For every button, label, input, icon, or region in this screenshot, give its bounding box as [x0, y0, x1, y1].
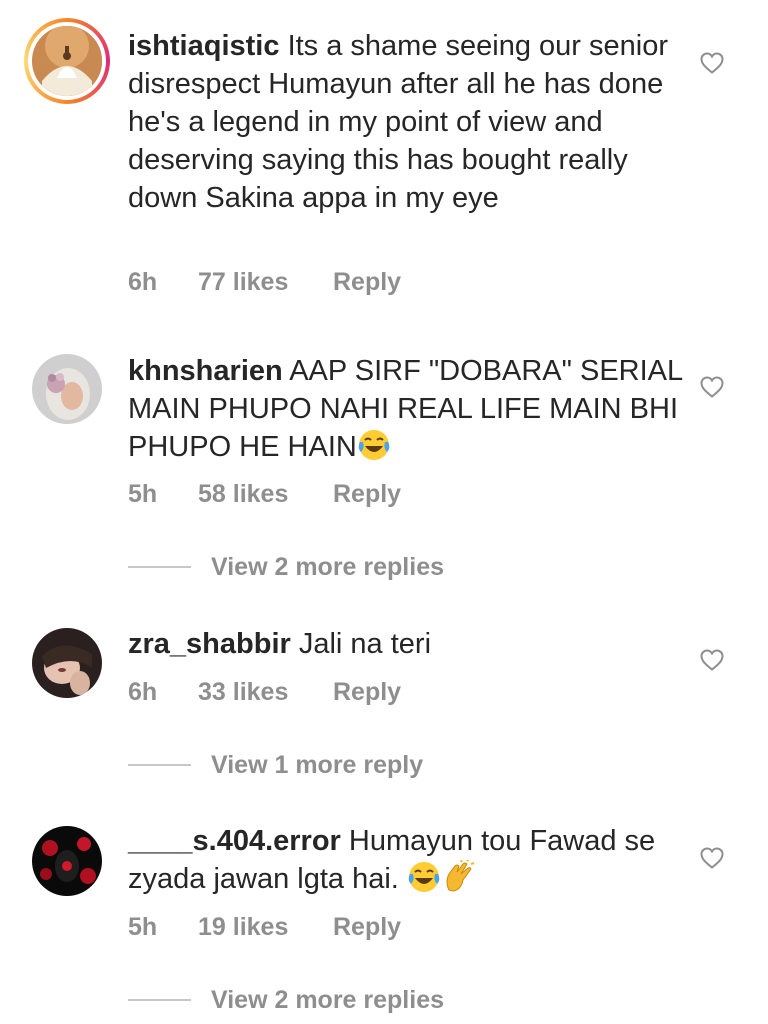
face-with-tears-of-joy-emoji	[357, 428, 391, 462]
likes-count[interactable]: 77 likes	[198, 268, 333, 297]
comment-meta: 6h 77 likes Reply	[128, 268, 401, 297]
comment-text: ____s.404.error Humayun tou Fawad se zya…	[128, 822, 688, 898]
comment-body: Jali na teri	[298, 628, 432, 660]
comment-time: 6h	[128, 678, 158, 706]
heart-outline-icon	[700, 649, 724, 671]
comment-time: 6h	[128, 268, 158, 296]
username[interactable]: ishtiaqistic	[128, 30, 280, 62]
comment-time: 5h	[128, 913, 158, 941]
reply-button[interactable]: Reply	[333, 678, 401, 707]
reply-button[interactable]: Reply	[333, 913, 401, 942]
divider-line	[128, 566, 191, 568]
like-button[interactable]	[700, 376, 724, 398]
view-more-replies-button[interactable]: View 2 more replies	[128, 547, 444, 587]
comment-time: 5h	[128, 480, 158, 508]
likes-count[interactable]: 58 likes	[198, 480, 333, 509]
comment-text: khnsharien AAP SIRF "DOBARA" SERIAL MAIN…	[128, 352, 688, 466]
view-more-replies-button[interactable]: View 1 more reply	[128, 745, 423, 785]
divider-line	[128, 999, 191, 1001]
woman-portrait-avatar	[32, 628, 102, 698]
woman-hijab-avatar	[32, 354, 102, 424]
comment-meta: 5h 58 likes Reply	[128, 480, 401, 509]
comment-text: ishtiaqistic Its a shame seeing our seni…	[128, 27, 688, 217]
likes-count[interactable]: 33 likes	[198, 678, 333, 707]
avatar[interactable]	[32, 354, 102, 424]
view-replies-label: View 2 more replies	[211, 985, 444, 1014]
username[interactable]: ____s.404.error	[128, 825, 341, 857]
view-replies-label: View 1 more reply	[211, 750, 424, 779]
reply-button[interactable]: Reply	[333, 268, 401, 297]
comment-meta: 5h 19 likes Reply	[128, 913, 401, 942]
whirling-dervish-avatar	[32, 26, 102, 96]
divider-line	[128, 764, 191, 766]
view-more-replies-button[interactable]: View 2 more replies	[128, 980, 444, 1020]
reply-button[interactable]: Reply	[333, 480, 401, 509]
like-button[interactable]	[700, 649, 724, 671]
likes-count[interactable]: 19 likes	[198, 913, 333, 942]
face-with-tears-of-joy-emoji	[407, 860, 441, 894]
view-replies-label: View 2 more replies	[211, 552, 444, 581]
rose-dark-avatar	[32, 826, 102, 896]
avatar[interactable]	[32, 628, 102, 698]
heart-outline-icon	[700, 847, 724, 869]
comment-meta: 6h 33 likes Reply	[128, 678, 401, 707]
avatar[interactable]	[24, 18, 110, 104]
heart-outline-icon	[700, 52, 724, 74]
like-button[interactable]	[700, 52, 724, 74]
avatar[interactable]	[32, 826, 102, 896]
clapping-hands-emoji	[441, 860, 475, 894]
username[interactable]: zra_shabbir	[128, 628, 291, 660]
like-button[interactable]	[700, 847, 724, 869]
comment-text: zra_shabbir Jali na teri	[128, 625, 688, 663]
heart-outline-icon	[700, 376, 724, 398]
username[interactable]: khnsharien	[128, 355, 283, 387]
